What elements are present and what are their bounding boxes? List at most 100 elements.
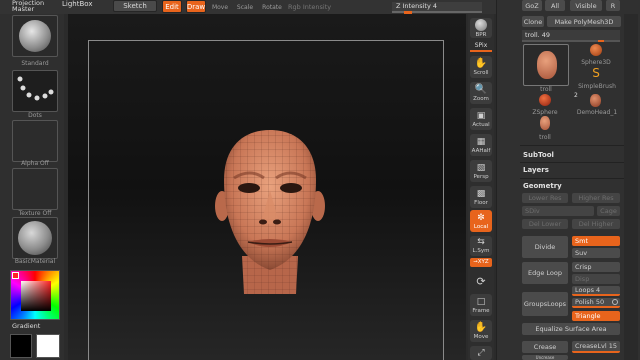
scroll-button[interactable]: ✋ Scroll [470,56,492,78]
local-symmetry-icon: ✼ [477,212,485,223]
tool-thumb-sphere3d[interactable] [584,44,608,58]
texture-selector[interactable] [12,168,58,210]
frame-icon: □ [476,296,486,307]
crisp-toggle[interactable]: Crisp [572,262,620,272]
groups-loops-button[interactable]: GroupsLoops [522,292,568,316]
draw-button[interactable]: Draw [186,0,206,13]
xyz-button[interactable]: ⭢XYZ [470,258,492,267]
lsym-button[interactable]: ⇆ L.Sym [470,236,492,256]
lower-res-button[interactable]: Lower Res [522,193,568,203]
bpr-sphere-icon [475,18,487,31]
main-color-swatch[interactable] [36,334,60,358]
all-button[interactable]: All [545,0,565,11]
brush-selector[interactable] [12,15,58,57]
sdiv-slider[interactable]: SDiv [522,206,594,216]
local-button[interactable]: ✼ Local [470,210,492,232]
standard-brush-icon [19,20,51,52]
divide-button[interactable]: Divide [522,236,568,258]
brush-label: Standard [21,60,49,67]
del-higher-button[interactable]: Del Higher [572,219,620,229]
alpha-label: Alpha Off [21,160,49,167]
cage-button[interactable]: Cage [597,206,620,216]
color-square[interactable] [21,281,51,311]
sketch-button[interactable]: Sketch [113,0,157,12]
goz-button[interactable]: GoZ [522,0,542,11]
tool-label-zsphere: ZSphere [532,109,558,116]
texture-label: Texture Off [18,210,52,217]
troll-small-icon [540,116,550,130]
equalize-surface-area-button[interactable]: Equalize Surface Area [522,323,620,335]
crease-level-slider[interactable]: CreaseLvl 15 [572,341,620,353]
divider-2 [520,162,624,163]
tool-badge: 2 [574,92,578,99]
material-sphere-icon [18,221,52,255]
tool-thumb-simplebrush[interactable]: S [586,66,606,80]
scale-view-button[interactable]: ⤢ [470,346,492,360]
del-lower-button[interactable]: Del Lower [522,219,568,229]
zoom-button[interactable]: 🔍 Zoom [470,82,492,104]
geometry-section[interactable]: Geometry [523,182,562,190]
troll-head-model[interactable] [212,128,328,300]
color-picker[interactable] [10,270,60,320]
demohead-icon [589,94,601,107]
tool-label-simplebrush: SimpleBrush [578,83,616,90]
smt-toggle[interactable]: Smt [572,236,620,246]
dots-stroke-icon [17,76,54,101]
rotate-view-icon: ⟳ [476,274,486,288]
tool-thumb-zsphere[interactable] [535,94,555,108]
tool-label-demohead: DemoHead_1 [576,109,618,116]
hand-icon: ✋ [474,57,488,69]
current-tool-slider-fill [598,40,604,42]
rgb-intensity-slider[interactable]: Rgb Intensity [288,3,368,12]
suv-toggle[interactable]: Suv [572,248,620,258]
current-tool-slider[interactable]: troll. 49 [522,30,620,42]
clone-button[interactable]: Clone [522,16,544,27]
troll-head-icon [537,51,557,79]
simplebrush-icon: S [592,66,600,80]
move-mode-button[interactable]: Move [210,4,230,11]
floor-button[interactable]: ▩ Floor [470,186,492,208]
scale-view-icon: ⤢ [477,347,485,358]
bpr-button[interactable]: BPR [470,18,492,38]
subtool-section[interactable]: SubTool [523,151,554,159]
material-selector[interactable] [12,217,58,259]
tool-label-troll: troll [540,86,552,93]
spix-slider[interactable]: SPix [470,42,492,52]
magnifier-icon: 🔍 [474,83,488,95]
palette-scrollbar[interactable] [624,14,638,360]
frame-button[interactable]: □ Frame [470,294,492,316]
rotate-mode-button[interactable]: Rotate [260,4,284,11]
polish-radio-icon[interactable] [612,299,618,305]
uncrease-button[interactable]: Uncrease [522,355,568,360]
aahalf-button[interactable]: ▦ AAHalf [470,134,492,156]
sphere-icon [590,44,602,56]
alpha-selector[interactable] [12,120,58,162]
triangle-toggle[interactable]: Triangle [572,311,620,321]
make-polymesh-button[interactable]: Make PolyMesh3D [547,16,621,27]
move-view-button[interactable]: ✋ Move [470,320,492,342]
edit-button[interactable]: Edit [162,0,182,13]
tool-thumb-troll-2[interactable] [536,116,554,132]
perspective-grid-icon: ▧ [476,162,486,173]
lightbox-button[interactable]: LightBox [62,0,102,10]
persp-button[interactable]: ▧ Persp [470,160,492,182]
lsym-icon: ⇆ [477,237,485,247]
disp-toggle[interactable]: Disp [572,274,620,284]
loops-slider[interactable]: Loops 4 [572,286,620,296]
r-button[interactable]: R [606,0,620,11]
projection-master-button[interactable]: Projection Master [12,0,58,13]
actual-button[interactable]: ▣ Actual [470,108,492,130]
edge-loop-button[interactable]: Edge Loop [522,262,568,284]
scale-mode-button[interactable]: Scale [235,4,255,11]
crease-button[interactable]: Crease [522,341,568,353]
stroke-selector[interactable] [12,70,58,112]
tool-thumb-demohead[interactable] [585,94,605,108]
divider-3 [520,178,624,179]
visible-button[interactable]: Visible [570,0,602,11]
tool-thumb-troll-active[interactable] [523,44,569,86]
material-label: BasicMaterial [14,258,56,265]
layers-section[interactable]: Layers [523,166,549,174]
rotate-view-icon-button[interactable]: ⟳ [470,270,492,292]
higher-res-button[interactable]: Higher Res [572,193,620,203]
secondary-color-swatch[interactable] [10,334,32,358]
